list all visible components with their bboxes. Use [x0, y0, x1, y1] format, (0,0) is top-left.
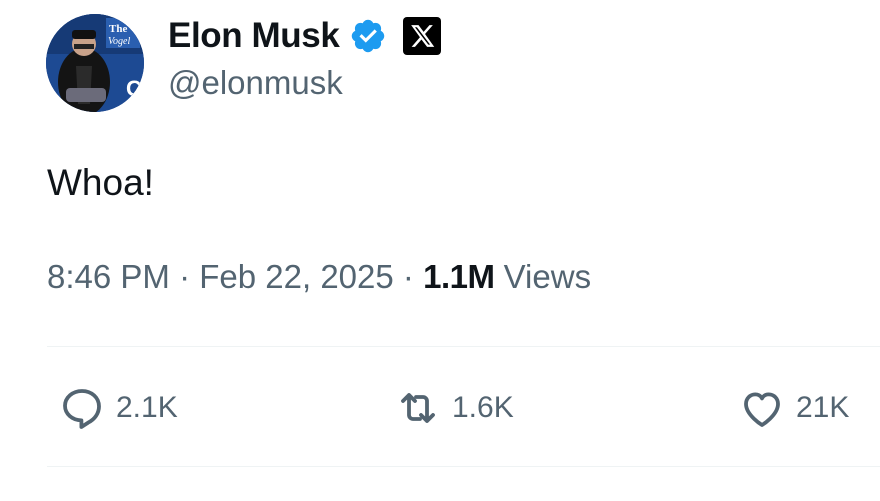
verified-badge-icon[interactable] — [349, 17, 387, 55]
tweet-time[interactable]: 8:46 PM — [47, 258, 170, 295]
like-button[interactable]: 21K — [738, 378, 849, 438]
like-count: 21K — [796, 391, 850, 424]
divider — [47, 346, 880, 347]
reply-button[interactable]: 2.1K — [58, 378, 178, 438]
tweet-date[interactable]: Feb 22, 2025 — [199, 258, 394, 295]
tweet-meta: 8:46 PM · Feb 22, 2025 · 1.1M Views — [47, 258, 591, 296]
repost-count: 1.6K — [452, 391, 514, 424]
meta-separator: · — [402, 258, 424, 295]
views-count: 1.1M — [423, 258, 495, 295]
svg-text:The: The — [109, 23, 127, 35]
author-display-name[interactable]: Elon Musk — [168, 16, 340, 56]
author-name-row: Elon Musk — [168, 14, 442, 58]
x-logo-icon — [403, 17, 442, 55]
avatar[interactable]: The Vogel C — [46, 14, 144, 112]
reply-bubble-icon — [58, 384, 106, 432]
tweet-card: The Vogel C Elon Musk @elonmusk Whoa! 8:… — [0, 0, 880, 501]
heart-icon — [738, 384, 786, 432]
repost-arrows-icon — [394, 384, 442, 432]
svg-text:C: C — [126, 76, 142, 101]
svg-text:Vogel: Vogel — [108, 36, 130, 47]
tweet-text: Whoa! — [47, 162, 154, 203]
views-label: Views — [503, 258, 592, 295]
repost-button[interactable]: 1.6K — [394, 378, 514, 438]
reply-count: 2.1K — [116, 391, 178, 424]
divider — [47, 466, 880, 467]
meta-separator: · — [179, 258, 200, 295]
action-bar: 2.1K 1.6K 21K — [0, 378, 880, 438]
author-handle[interactable]: @elonmusk — [168, 64, 343, 102]
avatar-image: The Vogel C — [46, 14, 144, 112]
